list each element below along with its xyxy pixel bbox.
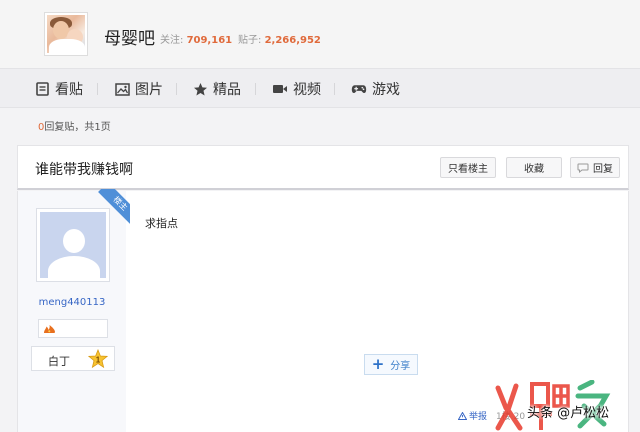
flame-icon <box>43 319 56 338</box>
report-link[interactable]: 举报 <box>458 409 487 422</box>
nav-label: 精品 <box>213 82 241 98</box>
nav-label: 看贴 <box>55 82 83 98</box>
nav-divider <box>334 83 335 95</box>
forum-avatar-image <box>47 15 85 53</box>
level-star-icon: 1 <box>87 348 109 369</box>
watermark-text: 头条 @卢松松 <box>527 406 610 421</box>
owner-badge: 楼主 <box>90 189 130 229</box>
nav-item-images[interactable]: 图片 <box>114 79 163 99</box>
author-username[interactable]: meng440113 <box>18 297 126 308</box>
follow-label: 关注: <box>160 35 184 46</box>
nav-divider <box>97 83 98 95</box>
author-level[interactable]: 白丁 1 <box>31 346 115 371</box>
post-title: 谁能带我赚钱啊 <box>35 162 133 178</box>
reply-button-label: 回复 <box>593 164 613 175</box>
reply-info: 0回复贴，共1页 <box>38 118 111 133</box>
floor-info: 1楼 20 <box>496 412 526 422</box>
comment-icon <box>577 163 589 173</box>
nav-label: 图片 <box>135 82 163 98</box>
forum-avatar[interactable] <box>44 12 88 56</box>
nav-item-posts[interactable]: 看贴 <box>34 79 83 99</box>
forum-nav: 看贴 图片 精品 视频 游戏 <box>0 68 640 108</box>
nav-divider <box>176 83 177 95</box>
level-number: 1 <box>96 356 101 365</box>
posts-stat: 贴子: 2,266,952 <box>238 31 321 46</box>
gamepad-icon <box>351 81 367 97</box>
video-icon <box>272 81 288 97</box>
forum-header: 母婴吧 关注: 709,161 贴子: 2,266,952 <box>0 0 640 68</box>
post-floor: 楼主 meng440113 白丁 1 求指点 + 分享 举报 1楼 20 <box>17 189 629 432</box>
share-label: 分享 <box>390 361 411 372</box>
follow-count: 709,161 <box>186 35 233 46</box>
reply-info-text: 回复贴，共1页 <box>44 122 111 133</box>
plus-icon: + <box>371 355 385 373</box>
reply-button[interactable]: 回复 <box>570 157 620 178</box>
owner-badge-label: 楼主 <box>98 189 130 226</box>
nav-item-games[interactable]: 游戏 <box>351 79 400 99</box>
author-tag <box>38 319 108 338</box>
nav-item-videos[interactable]: 视频 <box>272 79 321 99</box>
nav-label: 视频 <box>293 82 321 98</box>
only-owner-button[interactable]: 只看楼主 <box>440 157 496 178</box>
image-icon <box>114 81 130 97</box>
warning-icon <box>458 411 467 420</box>
post-content: 求指点 <box>145 217 178 230</box>
nav-item-featured[interactable]: 精品 <box>192 79 241 99</box>
follow-stat: 关注: 709,161 <box>160 31 232 46</box>
nav-divider <box>255 83 256 95</box>
star-icon <box>192 81 208 97</box>
nav-label: 游戏 <box>372 82 400 98</box>
posts-label: 贴子: <box>238 35 262 46</box>
level-name: 白丁 <box>48 355 70 368</box>
posts-count: 2,266,952 <box>264 35 321 46</box>
author-panel: 楼主 meng440113 白丁 1 <box>18 189 130 432</box>
share-button[interactable]: + 分享 <box>364 354 418 375</box>
forum-name[interactable]: 母婴吧 <box>104 24 155 49</box>
report-label: 举报 <box>469 412 488 422</box>
post-title-bar: 谁能带我赚钱啊 只看楼主 收藏 回复 <box>17 145 629 190</box>
collect-button[interactable]: 收藏 <box>506 157 562 178</box>
document-icon <box>34 81 50 97</box>
